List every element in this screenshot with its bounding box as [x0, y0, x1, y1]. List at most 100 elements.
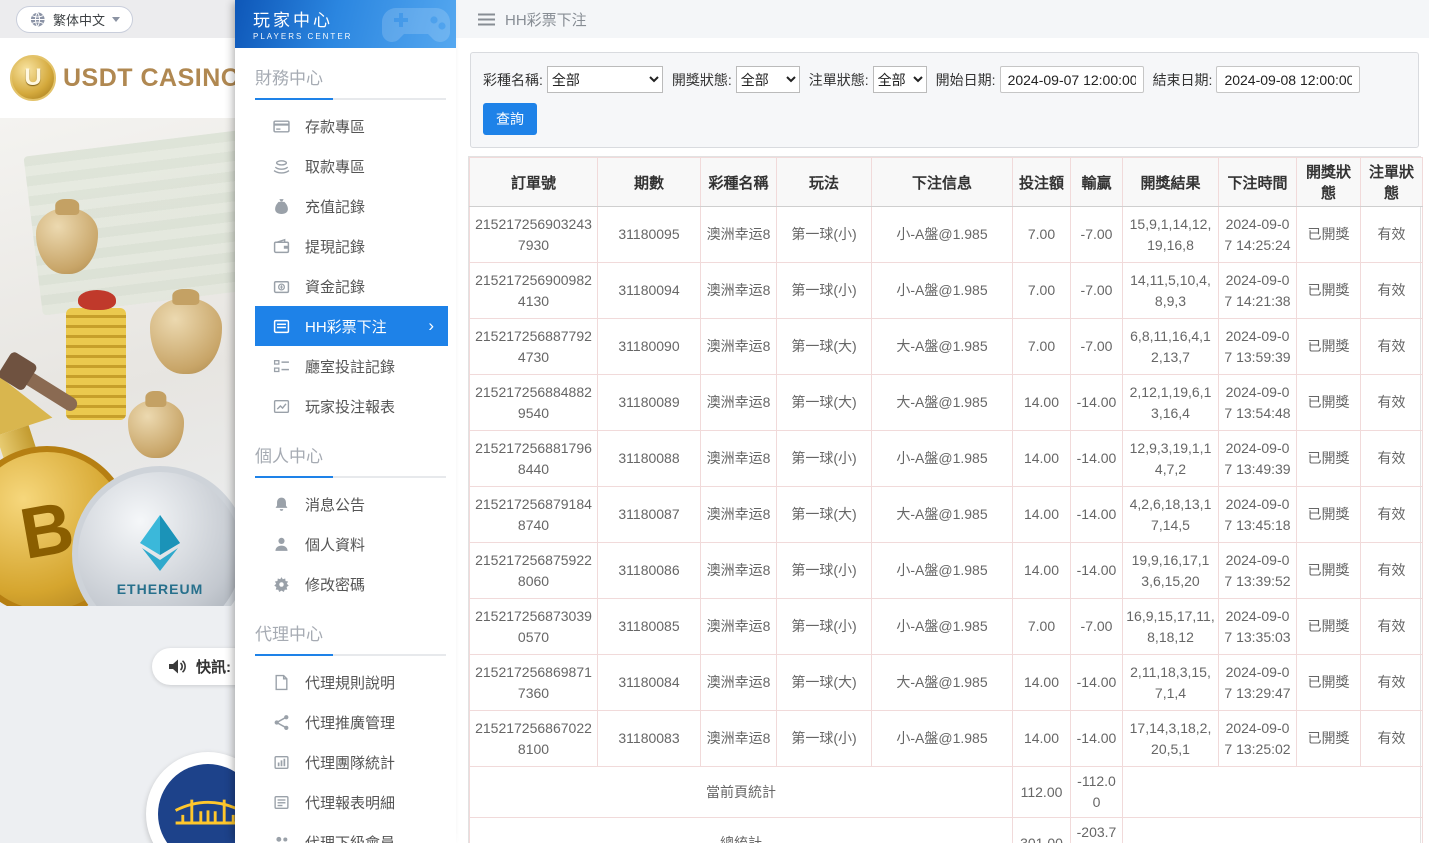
cell-order-status: 有效 [1361, 375, 1423, 431]
column-header: 開獎結果 [1123, 158, 1219, 207]
column-header: 期數 [598, 158, 701, 207]
cell-win-loss: -14.00 [1071, 655, 1123, 711]
sidebar-item-user[interactable]: 個人資料 [235, 524, 456, 564]
cell-bet-amount: 14.00 [1013, 711, 1071, 767]
cell-period: 31180089 [598, 375, 701, 431]
cell-lottery-name: 澳洲幸运8 [701, 263, 777, 319]
section-underline [255, 654, 446, 656]
sidebar-item-bell[interactable]: 消息公告 [235, 484, 456, 524]
cell-bet-time: 2024-09-07 13:29:47 [1219, 655, 1297, 711]
cell-draw-status: 已開獎 [1297, 431, 1361, 487]
summary-bet-total: 301.00 [1013, 818, 1071, 843]
cell-lottery-name: 澳洲幸运8 [701, 319, 777, 375]
table-row: 215217256881796844031180088澳洲幸运8第一球(小)小-… [470, 431, 1423, 487]
cell-period: 31180094 [598, 263, 701, 319]
sidebar-item-deposit-card[interactable]: 存款專區 [235, 106, 456, 146]
cell-bet-info: 大-A盤@1.985 [872, 375, 1013, 431]
cell-period: 31180088 [598, 431, 701, 487]
table-row: 215217256875922806031180086澳洲幸运8第一球(小)小-… [470, 543, 1423, 599]
cell-lottery-name: 澳洲幸运8 [701, 655, 777, 711]
sidebar-item-team-stats[interactable]: 代理團隊統計 [235, 742, 456, 782]
sidebar-item-lottery-list[interactable]: HH彩票下注› [255, 306, 448, 346]
cell-bet-info: 小-A盤@1.985 [872, 207, 1013, 263]
cell-bet-info: 大-A盤@1.985 [872, 487, 1013, 543]
start-date-label: 開始日期: [936, 70, 996, 90]
cell-draw-result: 12,9,3,19,1,14,7,2 [1123, 431, 1219, 487]
cell-bet-amount: 14.00 [1013, 487, 1071, 543]
cell-order-id: 2152172568877924730 [470, 319, 598, 375]
cell-order-id: 2152172568670228100 [470, 711, 598, 767]
cell-draw-result: 19,9,16,17,13,6,15,20 [1123, 543, 1219, 599]
team-stats-icon [273, 754, 290, 771]
sidebar-item-report-detail[interactable]: 代理報表明細 [235, 782, 456, 822]
sidebar-item-withdraw-hand[interactable]: 取款專區 [235, 146, 456, 186]
cell-play-type: 第一球(大) [777, 319, 872, 375]
table-row: 215217256867022810031180083澳洲幸运8第一球(小)小-… [470, 711, 1423, 767]
sidebar-section-title: 財務中心 [255, 64, 438, 89]
start-date-input[interactable] [1000, 66, 1144, 93]
summary-label: 總統計 [470, 818, 1013, 843]
cell-win-loss: -14.00 [1071, 711, 1123, 767]
cell-period: 31180087 [598, 487, 701, 543]
team-logo-badge [146, 752, 235, 843]
sidebar-item-wallet-out[interactable]: 提現記錄 [235, 226, 456, 266]
sidebar-item-document[interactable]: 代理規則說明 [235, 662, 456, 702]
casino-logo-text: USDT CASINO [63, 64, 235, 93]
sidebar-item-moneybag[interactable]: 充值記錄 [235, 186, 456, 226]
sidebar-item-gear[interactable]: 修改密碼 [235, 564, 456, 604]
cell-bet-time: 2024-09-07 13:39:52 [1219, 543, 1297, 599]
main-topbar: HH彩票下注 [456, 0, 1429, 38]
summary-bet-total: 112.00 [1013, 767, 1071, 818]
sidebar-item-label: 消息公告 [305, 494, 365, 515]
column-header: 開獎狀態 [1297, 158, 1361, 207]
language-label: 繁体中文 [53, 10, 105, 29]
sidebar-item-room-record[interactable]: 廳室投註記錄 [235, 346, 456, 386]
lottery-select[interactable]: 全部 [547, 66, 663, 93]
cell-draw-result: 6,8,11,16,4,12,13,7 [1123, 319, 1219, 375]
cell-draw-result: 17,14,3,18,2,20,5,1 [1123, 711, 1219, 767]
sidebar-item-funds-wallet[interactable]: 資金記錄 [235, 266, 456, 306]
cell-lottery-name: 澳洲幸运8 [701, 487, 777, 543]
cell-bet-info: 小-A盤@1.985 [872, 263, 1013, 319]
logo-band: U USDT CASINO [0, 38, 235, 118]
left-background-pane: 繁体中文 U USDT CASINO B ETHEREUM 快訊: [0, 0, 235, 843]
cell-bet-time: 2024-09-07 14:21:38 [1219, 263, 1297, 319]
cell-bet-amount: 14.00 [1013, 431, 1071, 487]
cell-win-loss: -14.00 [1071, 375, 1123, 431]
cell-draw-status: 已開獎 [1297, 599, 1361, 655]
table-row: 215217256869871736031180084澳洲幸运8第一球(大)大-… [470, 655, 1423, 711]
cell-bet-info: 小-A盤@1.985 [872, 599, 1013, 655]
table-row: 215217256887792473031180090澳洲幸运8第一球(大)大-… [470, 319, 1423, 375]
cell-draw-status: 已開獎 [1297, 375, 1361, 431]
summary-win-loss-total: -203.72 [1071, 818, 1123, 843]
sidebar-item-label: 個人資料 [305, 534, 365, 555]
cell-order-status: 有效 [1361, 543, 1423, 599]
draw-status-select[interactable]: 全部 [736, 66, 800, 93]
language-selector[interactable]: 繁体中文 [16, 6, 133, 33]
order-status-select[interactable]: 全部 [873, 66, 927, 93]
table-row: 215217256900982413031180094澳洲幸运8第一球(小)小-… [470, 263, 1423, 319]
end-date-input[interactable] [1216, 66, 1360, 93]
cell-draw-result: 2,12,1,19,6,13,16,4 [1123, 375, 1219, 431]
draw-status-filter-label: 開獎狀態: [672, 70, 732, 90]
document-icon [273, 674, 290, 691]
hamburger-menu-icon[interactable] [478, 13, 495, 26]
cell-lottery-name: 澳洲幸运8 [701, 599, 777, 655]
cell-bet-info: 小-A盤@1.985 [872, 431, 1013, 487]
cell-draw-result: 4,2,6,18,13,17,14,5 [1123, 487, 1219, 543]
bet-report-icon [273, 398, 290, 415]
cell-win-loss: -7.00 [1071, 319, 1123, 375]
sidebar-item-bet-report[interactable]: 玩家投注報表 [235, 386, 456, 426]
search-button[interactable]: 查詢 [483, 103, 537, 135]
sidebar-item-label: HH彩票下注 [305, 316, 387, 337]
sidebar-item-members[interactable]: 代理下級會員 [235, 822, 456, 843]
cell-order-id: 2152172568730390570 [470, 599, 598, 655]
cell-order-status: 有效 [1361, 711, 1423, 767]
sidebar: 玩家中心 PLAYERS CENTER 財務中心存款專區取款專區充值記錄提現記錄… [235, 0, 456, 843]
cell-bet-time: 2024-09-07 13:49:39 [1219, 431, 1297, 487]
sidebar-item-share[interactable]: 代理推廣管理 [235, 702, 456, 742]
column-header: 訂單號 [470, 158, 598, 207]
cell-bet-time: 2024-09-07 13:25:02 [1219, 711, 1297, 767]
cell-play-type: 第一球(小) [777, 263, 872, 319]
report-detail-icon [273, 794, 290, 811]
